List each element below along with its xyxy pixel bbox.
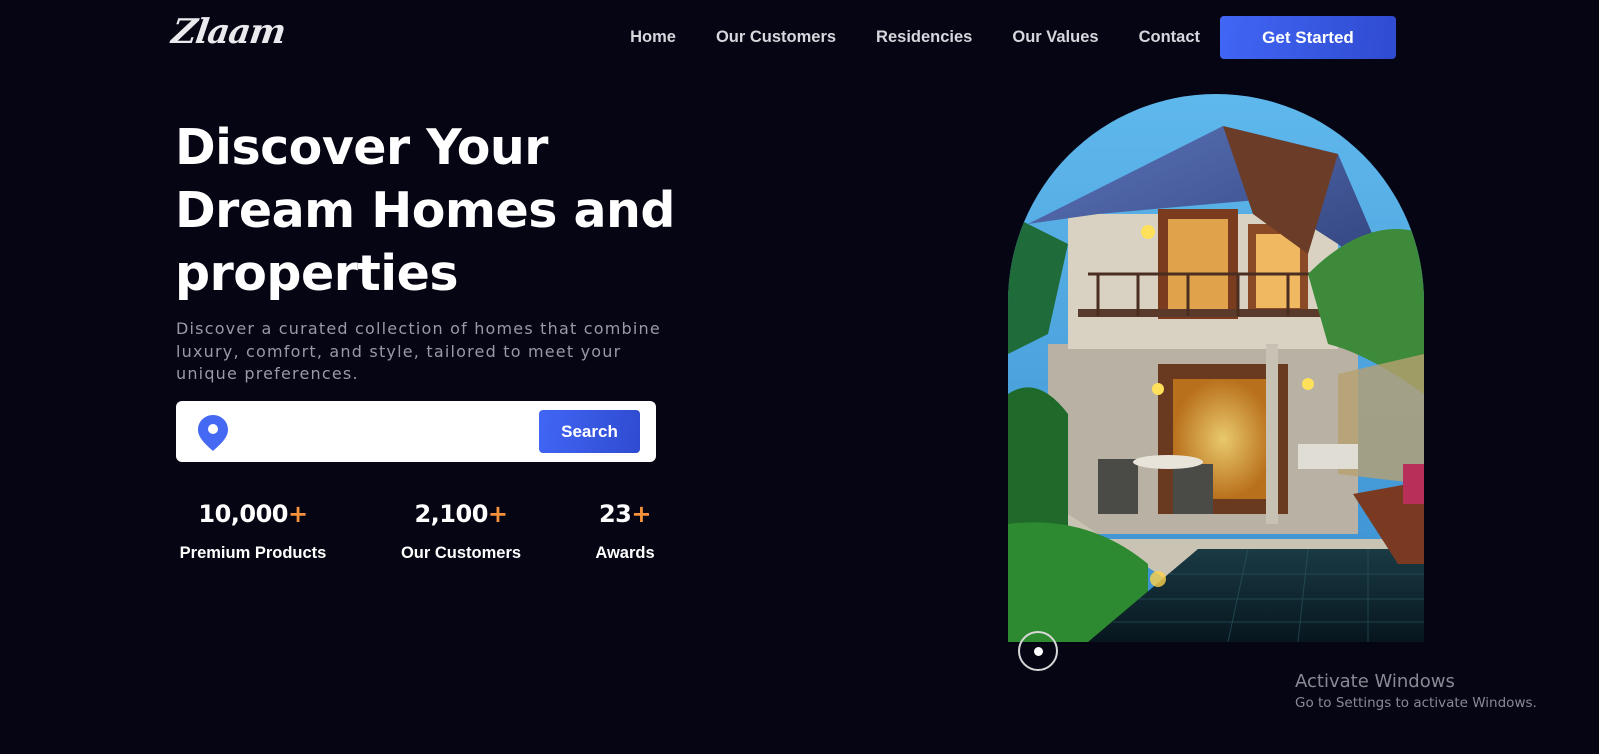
location-search-bar: Search	[176, 401, 656, 462]
hero-title-line-3: properties	[175, 245, 459, 302]
nav-contact[interactable]: Contact	[1139, 28, 1200, 47]
main-nav: Home Our Customers Residencies Our Value…	[630, 16, 1396, 59]
nav-our-customers[interactable]: Our Customers	[716, 28, 836, 47]
hero-title: Discover Your Dream Homes and properties	[175, 116, 695, 305]
brand-logo[interactable]: Zlaam	[169, 12, 287, 52]
stat-premium-products: 10,000+ Premium Products	[176, 500, 330, 563]
stat-number: 23	[598, 500, 632, 528]
stat-plus: +	[288, 500, 308, 528]
stat-plus: +	[631, 500, 651, 528]
location-search-input[interactable]	[242, 413, 542, 451]
stat-value: 10,000+	[176, 500, 330, 528]
nav-home[interactable]: Home	[630, 28, 676, 47]
search-button[interactable]: Search	[539, 410, 640, 453]
stat-our-customers: 2,100+ Our Customers	[398, 500, 524, 563]
carousel-indicator[interactable]	[1018, 631, 1058, 671]
hero-title-line-1: Discover Your	[175, 119, 548, 176]
stat-label: Premium Products	[179, 544, 327, 562]
stat-value: 2,100+	[398, 500, 524, 528]
windows-activation-watermark: Activate Windows Go to Settings to activ…	[1295, 671, 1537, 711]
watermark-subtitle: Go to Settings to activate Windows.	[1295, 695, 1537, 711]
hero-description: Discover a curated collection of homes t…	[176, 319, 661, 383]
stat-plus: +	[487, 500, 508, 528]
stat-number: 2,100	[414, 500, 488, 528]
nav-residencies[interactable]: Residencies	[876, 28, 972, 47]
stat-label: Our Customers	[400, 544, 522, 562]
stat-label: Awards	[595, 544, 655, 562]
get-started-button[interactable]: Get Started	[1220, 16, 1396, 59]
stat-number: 10,000	[198, 500, 288, 528]
watermark-title: Activate Windows	[1295, 671, 1455, 692]
stat-value: 23+	[592, 500, 658, 528]
nav-our-values[interactable]: Our Values	[1012, 28, 1098, 47]
hero-title-line-2: Dream Homes and	[175, 182, 675, 239]
stat-awards: 23+ Awards	[592, 500, 658, 563]
hero-house-image	[1008, 94, 1424, 642]
